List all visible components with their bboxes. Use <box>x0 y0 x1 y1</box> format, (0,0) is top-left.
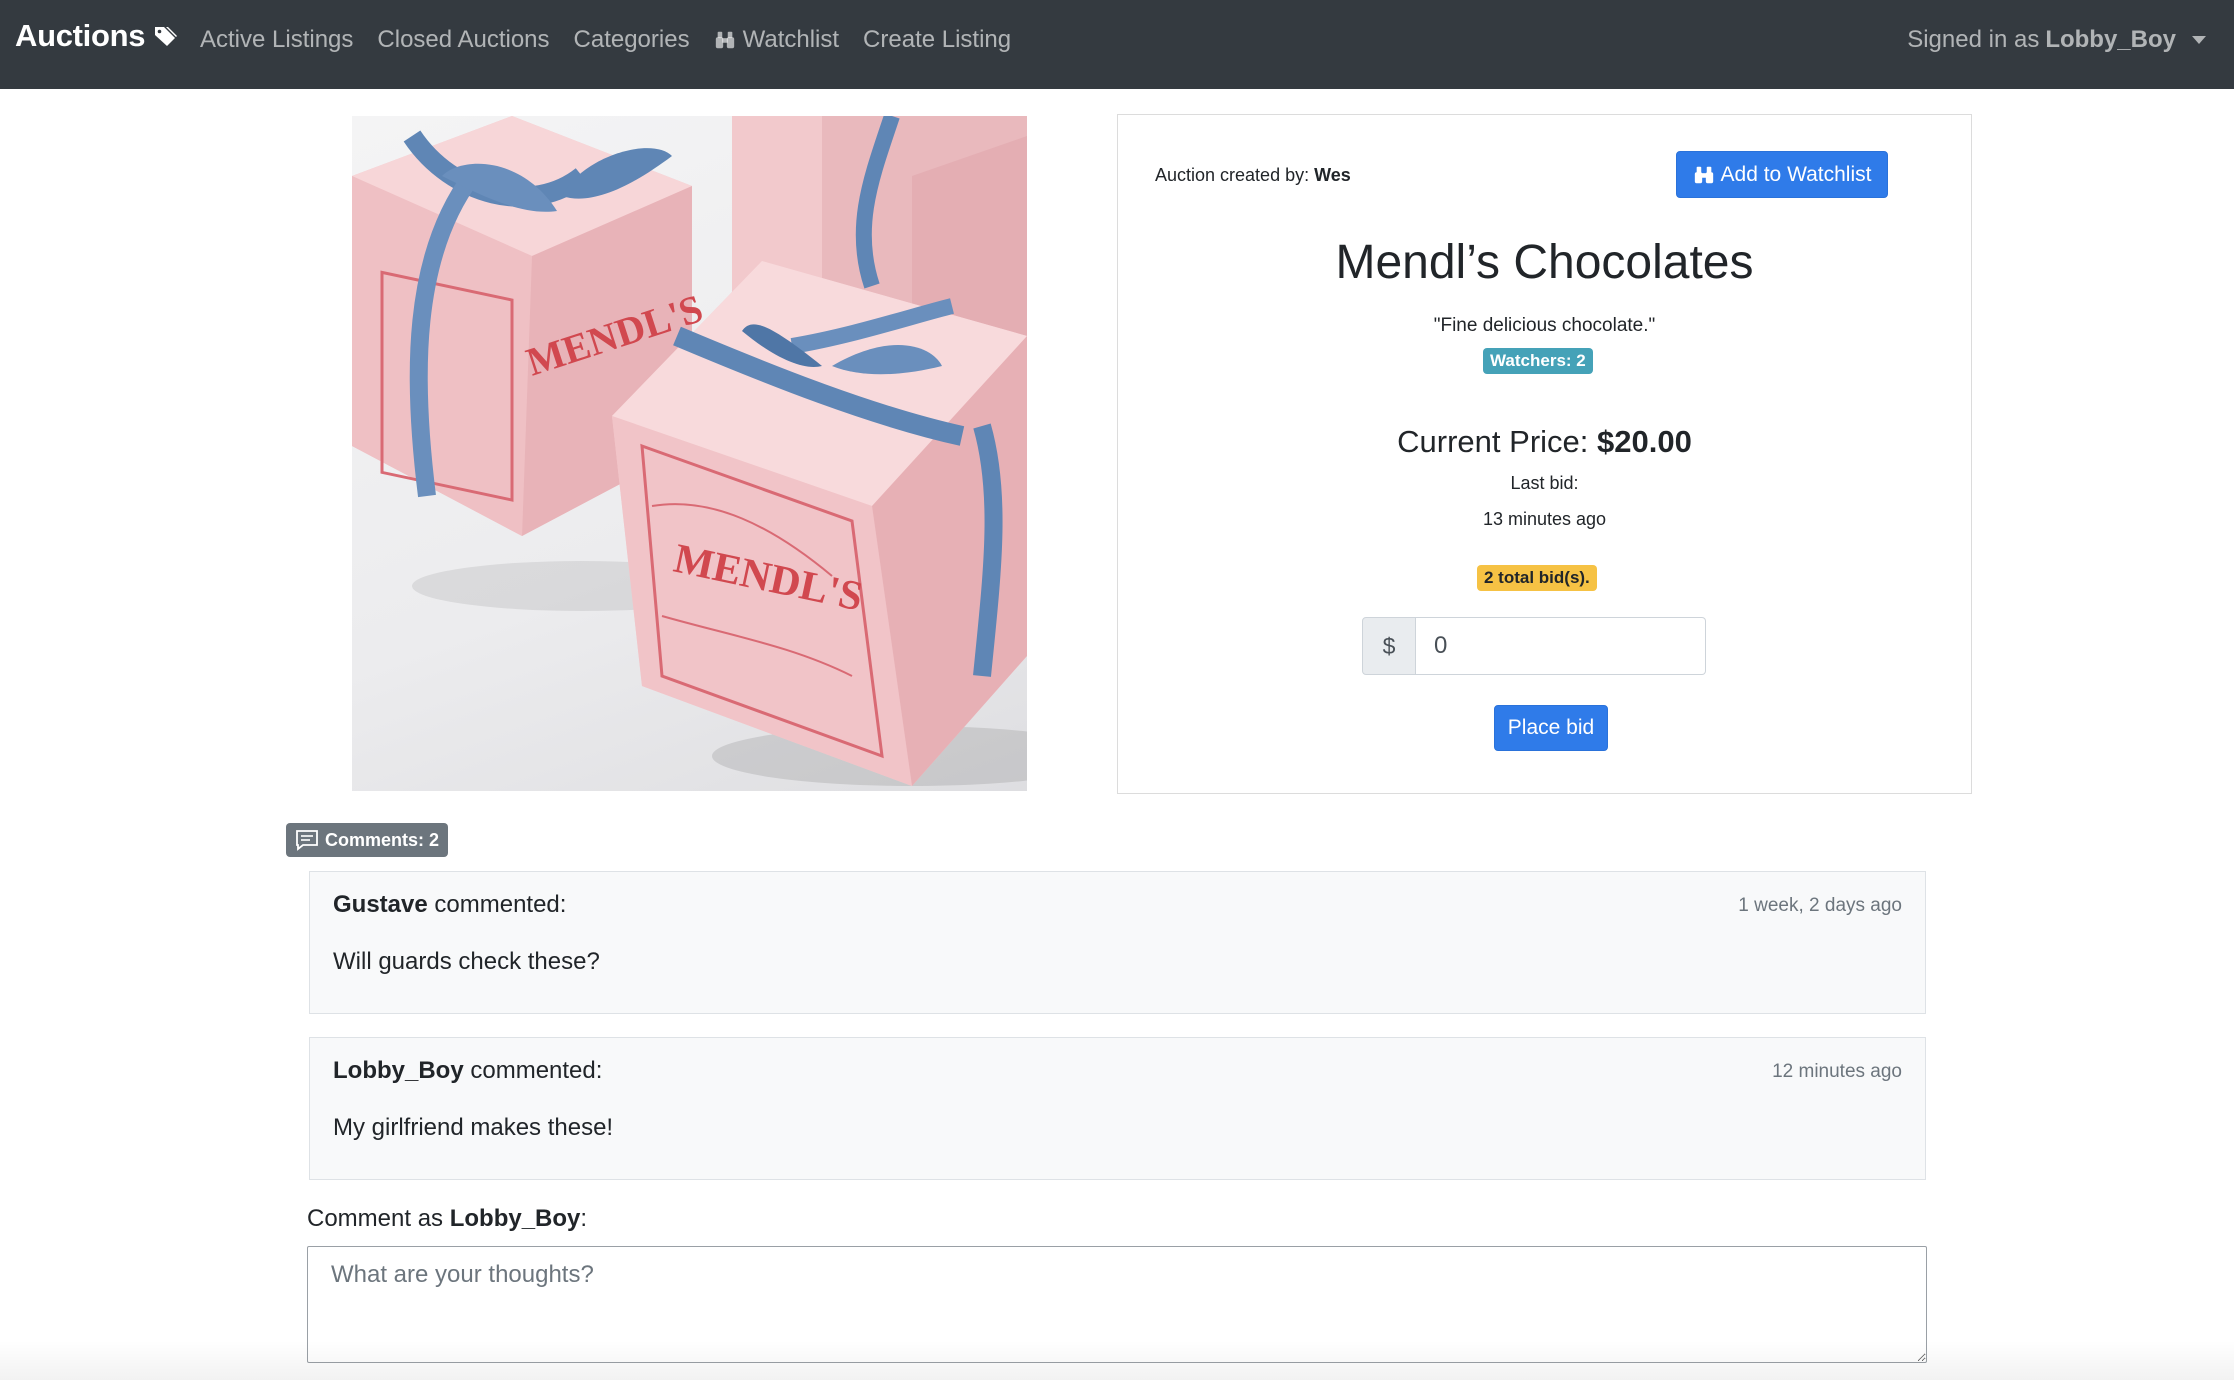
comment-textarea[interactable] <box>307 1246 1927 1363</box>
tags-icon <box>155 27 178 46</box>
nav-closed-auctions-label: Closed Auctions <box>377 26 550 53</box>
brand-label: Auctions <box>15 18 146 53</box>
current-price-value: $20.00 <box>1597 424 1692 459</box>
comment-text: Will guards check these? <box>333 948 600 975</box>
comment-timestamp: 1 week, 2 days ago <box>1738 895 1902 916</box>
comment-icon <box>296 830 318 851</box>
brand-link[interactable]: Auctions <box>15 18 178 54</box>
current-price: Current Price: $20.00 <box>1118 424 1971 460</box>
comment-timestamp: 12 minutes ago <box>1772 1061 1902 1082</box>
comment-as-user: Lobby_Boy <box>449 1205 581 1232</box>
comment-card: Gustave commented: 1 week, 2 days ago Wi… <box>309 871 1926 1014</box>
dollar-prefix: $ <box>1362 617 1416 675</box>
created-by-user: Wes <box>1314 165 1351 185</box>
add-to-watchlist-button[interactable]: Add to Watchlist <box>1676 151 1888 198</box>
user-dropdown[interactable]: Signed in as Lobby_Boy <box>1907 26 2206 54</box>
listing-detail-card: Auction created by: Wes Add to Watchlist… <box>1117 114 1972 794</box>
comment-text: My girlfriend makes these! <box>333 1114 614 1141</box>
comment-as-prefix: Comment as <box>307 1205 444 1232</box>
binoculars-icon <box>1694 166 1713 183</box>
nav-links: Active Listings Closed Auctions Categori… <box>200 26 1035 54</box>
comment-suffix: commented: <box>434 891 567 918</box>
bid-amount-input[interactable] <box>1416 617 1706 675</box>
comment-author: Gustave <box>333 891 428 918</box>
listing-image: MENDL'S MENDL'S <box>352 116 1027 791</box>
total-bids-badge: 2 total bid(s). <box>1477 565 1597 591</box>
chocolate-boxes-illustration: MENDL'S MENDL'S <box>352 116 1027 786</box>
listing-description: "Fine delicious chocolate." <box>1433 315 1656 336</box>
listing-title: Mendl’s Chocolates <box>1335 236 1754 289</box>
nav-create-listing[interactable]: Create Listing <box>863 26 1011 54</box>
place-bid-button[interactable]: Place bid <box>1494 705 1608 751</box>
comment-as-suffix: : <box>580 1205 588 1232</box>
auction-created-by: Auction created by: Wes <box>1155 165 1351 186</box>
comment-author: Lobby_Boy <box>333 1057 464 1084</box>
nav-categories[interactable]: Categories <box>574 26 690 54</box>
nav-active-listings[interactable]: Active Listings <box>200 26 353 54</box>
signed-in-username: Lobby_Boy <box>2045 26 2176 53</box>
current-price-label: Current Price: <box>1397 424 1589 459</box>
nav-active-listings-label: Active Listings <box>200 26 354 53</box>
navbar: Auctions Active Listings Closed Auctions… <box>0 0 2234 89</box>
signed-in-prefix: Signed in as <box>1907 26 2040 53</box>
comment-form-label: Comment as Lobby_Boy: <box>307 1205 587 1233</box>
binoculars-icon <box>715 31 734 49</box>
created-by-label: Auction created by: <box>1155 165 1310 185</box>
watchers-badge: Watchers: 2 <box>1483 348 1593 374</box>
comment-header: Lobby_Boy commented: <box>333 1057 602 1085</box>
add-to-watchlist-label: Add to Watchlist <box>1720 162 1872 186</box>
bid-input-group: $ <box>1362 617 1706 675</box>
comments-count-badge: Comments: 2 <box>286 823 449 857</box>
nav-watchlist-label: Watchlist <box>742 26 840 53</box>
comment-card: Lobby_Boy commented: 12 minutes ago My g… <box>309 1037 1926 1180</box>
comment-suffix: commented: <box>470 1057 603 1084</box>
nav-create-listing-label: Create Listing <box>863 26 1012 53</box>
comments-count-label: Comments: 2 <box>325 829 440 850</box>
comment-header: Gustave commented: <box>333 891 566 919</box>
last-bid-label: Last bid: <box>1510 473 1579 493</box>
nav-closed-auctions[interactable]: Closed Auctions <box>377 26 549 54</box>
nav-watchlist[interactable]: Watchlist <box>714 26 839 54</box>
last-bid-time: 13 minutes ago <box>1482 509 1607 529</box>
nav-categories-label: Categories <box>573 26 690 53</box>
chevron-down-icon <box>2192 36 2206 44</box>
